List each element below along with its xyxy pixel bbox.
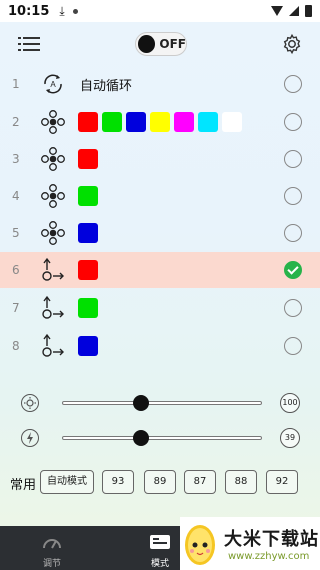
flash-icon	[40, 220, 66, 246]
mode-radio[interactable]	[284, 261, 302, 279]
status-icons	[271, 5, 312, 17]
flash-icon	[40, 183, 66, 209]
color-swatches	[78, 336, 98, 356]
download-arrow-icon: ⤓	[59, 3, 65, 18]
mode-radio[interactable]	[284, 187, 302, 205]
mode-number: 1	[12, 77, 20, 91]
mode-radio[interactable]	[284, 113, 302, 131]
speed-slider-row: 39	[0, 424, 320, 452]
speed-slider-thumb[interactable]	[133, 430, 149, 446]
watermark: 大米下载站 www.zzhyw.com	[180, 517, 320, 570]
flash-icon	[40, 146, 66, 172]
mode-row-5[interactable]: 5	[0, 215, 320, 251]
svg-text:A: A	[50, 80, 56, 89]
preset-auto-mode-button[interactable]: 自动模式	[40, 470, 94, 494]
mode-radio[interactable]	[284, 299, 302, 317]
color-swatch[interactable]	[102, 112, 122, 132]
toggle-knob	[138, 35, 156, 53]
mode-label: 自动循环	[80, 78, 133, 94]
mode-radio[interactable]	[284, 337, 302, 355]
color-swatch[interactable]	[198, 112, 218, 132]
mode-number: 7	[12, 301, 20, 315]
mode-row-6[interactable]: 6	[0, 252, 320, 288]
egg-mascot-logo	[185, 525, 215, 565]
color-swatches	[78, 186, 98, 206]
status-bar: 10:15 ⤓	[0, 0, 320, 22]
breathe-fade-icon	[40, 333, 66, 359]
wifi-icon	[271, 6, 283, 16]
color-swatch[interactable]	[78, 186, 98, 206]
color-swatch[interactable]	[78, 149, 98, 169]
brightness-icon	[21, 394, 39, 412]
color-swatches	[78, 298, 98, 318]
color-swatch[interactable]	[78, 298, 98, 318]
notification-dot-icon	[72, 8, 78, 14]
toolbar: OFF	[0, 30, 320, 58]
mode-radio[interactable]	[284, 75, 302, 93]
color-swatch[interactable]	[222, 112, 242, 132]
color-swatches	[78, 223, 98, 243]
preset-button-2[interactable]: 89	[144, 470, 176, 494]
brightness-slider-thumb[interactable]	[133, 395, 149, 411]
preset-button-3[interactable]: 87	[184, 470, 216, 494]
mode-row-1[interactable]: 1 A 自动循环	[0, 66, 320, 102]
power-label: OFF	[159, 37, 186, 51]
mode-row-7[interactable]: 7	[0, 290, 320, 326]
signal-icon	[289, 6, 299, 16]
brightness-value: 100	[280, 393, 300, 413]
color-swatch[interactable]	[78, 336, 98, 356]
gear-icon[interactable]	[281, 33, 303, 55]
brightness-slider[interactable]	[62, 395, 262, 411]
color-swatches	[78, 260, 98, 280]
mode-radio[interactable]	[284, 150, 302, 168]
mode-row-3[interactable]: 3	[0, 141, 320, 177]
auto-cycle-icon: A	[40, 71, 66, 97]
preset-button-5[interactable]: 92	[266, 470, 298, 494]
speed-value: 39	[280, 428, 300, 448]
mode-row-4[interactable]: 4	[0, 178, 320, 214]
clock: 10:15	[8, 3, 50, 19]
mode-number: 6	[12, 263, 20, 277]
nav-tab-adjust[interactable]: 调节	[22, 526, 82, 570]
color-swatch[interactable]	[78, 223, 98, 243]
color-swatch[interactable]	[78, 260, 98, 280]
brightness-slider-row: 100	[0, 389, 320, 417]
speed-slider[interactable]	[62, 430, 262, 446]
mode-number: 8	[12, 339, 20, 353]
mode-row-2[interactable]: 2	[0, 104, 320, 140]
color-swatches	[78, 112, 242, 132]
watermark-url: www.zzhyw.com	[228, 551, 310, 562]
mode-radio[interactable]	[284, 224, 302, 242]
color-swatch[interactable]	[150, 112, 170, 132]
breathe-fade-icon	[40, 295, 66, 321]
breathe-fade-icon	[40, 257, 66, 283]
color-swatch[interactable]	[78, 112, 98, 132]
battery-icon	[305, 5, 312, 17]
power-toggle[interactable]: OFF	[135, 32, 187, 56]
mode-row-8[interactable]: 8	[0, 328, 320, 364]
menu-list-icon[interactable]	[18, 36, 40, 52]
preset-button-4[interactable]: 88	[225, 470, 257, 494]
watermark-title: 大米下载站	[224, 529, 319, 550]
speed-icon	[21, 429, 39, 447]
presets-row: 常用 自动模式 93 89 87 88 92	[0, 468, 320, 496]
preset-button-1[interactable]: 93	[102, 470, 134, 494]
mode-number: 4	[12, 189, 20, 203]
mode-number: 3	[12, 152, 20, 166]
color-swatch[interactable]	[174, 112, 194, 132]
mode-number: 5	[12, 226, 20, 240]
color-swatch[interactable]	[126, 112, 146, 132]
nav-label-adjust: 调节	[42, 559, 61, 569]
color-swatches	[78, 149, 98, 169]
jump-flash-icon	[40, 109, 66, 135]
mode-icon	[150, 535, 170, 549]
presets-label: 常用	[10, 478, 37, 493]
mode-number: 2	[12, 115, 20, 129]
adjust-icon	[43, 539, 61, 549]
